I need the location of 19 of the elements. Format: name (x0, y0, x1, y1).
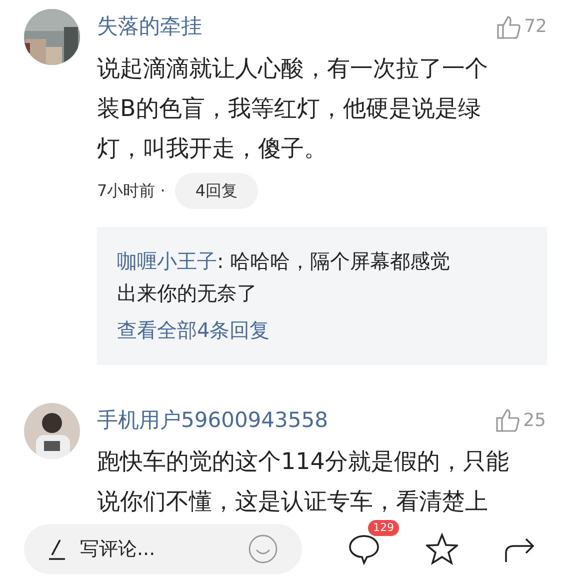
comment-text: 说起滴滴就让人心酸，有一次拉了一个 装B的色盲，我等红灯，他硬是说是绿 灯，叫我开走，傻子。 (97, 54, 489, 164)
reply-text: 咖喱小王子: 哈哈哈，隔个屏幕都感觉 出来你的无奈了 (117, 248, 452, 306)
like-count: 72 (524, 15, 547, 40)
comment-count-badge: 129 (368, 520, 399, 536)
thumbs-up-icon (495, 407, 522, 434)
comment-field[interactable]: 写评论... (24, 524, 302, 574)
comment-icon[interactable] (348, 533, 380, 565)
reply-count-button[interactable]: 4回复 (175, 172, 258, 208)
timestamp: 7小时前 · (97, 180, 166, 202)
author-name[interactable]: 手机用户59600943558 (97, 404, 328, 436)
thumbs-up-icon (496, 14, 522, 40)
like-count: 25 (523, 408, 546, 433)
star-icon[interactable] (426, 533, 458, 565)
comment-input[interactable]: 写评论... (80, 534, 234, 564)
emoji-icon[interactable] (248, 534, 278, 564)
comment-text: 跑快车的觉的这个114分就是假的，只能 说你们不懂，这是认证专车，看清楚上 (97, 448, 510, 517)
pen-icon (48, 538, 66, 560)
author-name[interactable]: 失落的牵挂 (97, 11, 202, 42)
view-all-replies-link[interactable]: 查看全部4条回复 (117, 314, 527, 344)
